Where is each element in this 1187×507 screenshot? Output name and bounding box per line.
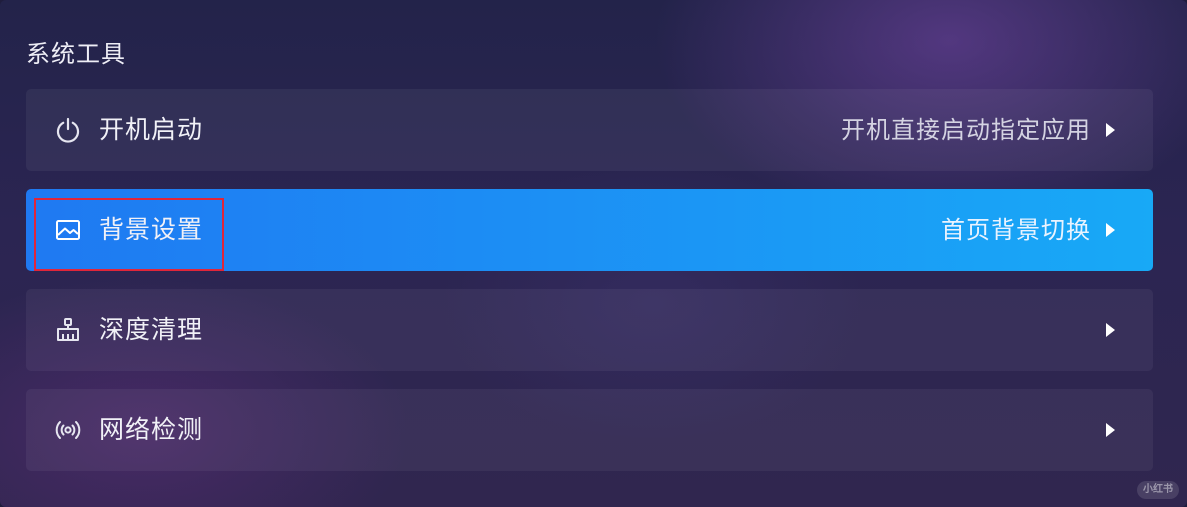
menu-item-label: 网络检测	[99, 415, 204, 444]
chevron-right-icon	[1106, 223, 1115, 237]
menu-item-label: 深度清理	[99, 315, 204, 344]
broom-icon	[54, 316, 82, 344]
section-title: 系统工具	[26, 40, 126, 68]
power-icon	[54, 116, 82, 144]
menu-item-boot-startup[interactable]: 开机启动 开机直接启动指定应用	[26, 89, 1153, 171]
menu-item-label: 开机启动	[99, 115, 204, 144]
menu-item-deep-clean[interactable]: 深度清理	[26, 289, 1153, 371]
watermark-logo: 小红书	[1137, 481, 1179, 499]
menu-item-background-settings[interactable]: 背景设置 首页背景切换	[26, 189, 1153, 271]
system-tools-panel: 系统工具 开机启动 开机直接启动指定应用 背景设置 首页背景切换 深度清理 网络…	[0, 0, 1187, 507]
menu-item-network-check[interactable]: 网络检测	[26, 389, 1153, 471]
menu-item-detail: 首页背景切换	[941, 216, 1091, 244]
menu-item-label: 背景设置	[99, 215, 204, 244]
chevron-right-icon	[1106, 123, 1115, 137]
image-icon	[54, 216, 82, 244]
chevron-right-icon	[1106, 423, 1115, 437]
chevron-right-icon	[1106, 323, 1115, 337]
signal-icon	[54, 416, 82, 444]
menu-item-detail: 开机直接启动指定应用	[841, 116, 1091, 144]
